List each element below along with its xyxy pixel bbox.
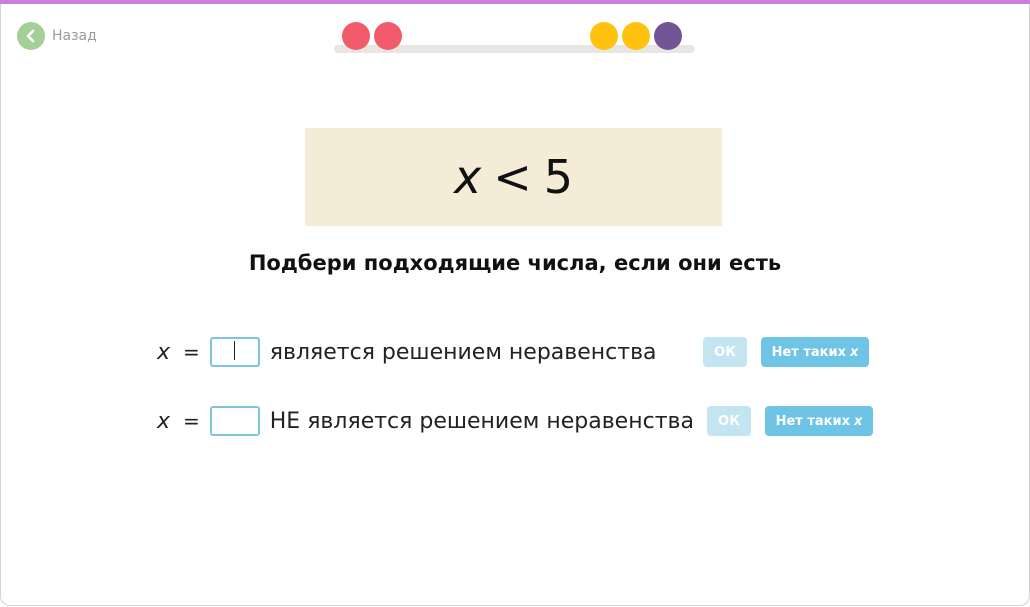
no-such-label: Нет таких bbox=[775, 413, 850, 429]
inequality-number: 5 bbox=[543, 150, 574, 204]
back-label: Назад bbox=[52, 28, 97, 44]
answer-row-non-solution: x = НЕ является решением неравенства bbox=[157, 405, 694, 437]
no-such-label: Нет таких bbox=[771, 344, 846, 360]
progress-dot bbox=[622, 22, 650, 50]
row-equals: = bbox=[183, 340, 200, 364]
text-caret bbox=[233, 341, 235, 360]
top-accent-bar bbox=[0, 0, 1030, 4]
ok-label: ОК bbox=[714, 344, 736, 360]
answer-row-solution: x = является решением неравенства bbox=[157, 336, 657, 368]
answer-input-wrapper bbox=[209, 337, 260, 367]
back-button[interactable]: Назад bbox=[17, 22, 97, 50]
inequality-variable: x bbox=[453, 150, 482, 204]
progress-bar bbox=[334, 22, 695, 54]
ok-label: ОК bbox=[718, 413, 740, 429]
instruction-text: Подбери подходящие числа, если они есть bbox=[248, 251, 782, 275]
solution-answer-input[interactable] bbox=[209, 337, 260, 367]
row-equals: = bbox=[183, 409, 200, 433]
non-solution-no-such-button[interactable]: Нет таких x bbox=[765, 406, 873, 436]
non-solution-ok-button[interactable]: ОК bbox=[707, 406, 751, 436]
progress-dot bbox=[654, 22, 682, 50]
solution-ok-button[interactable]: ОК bbox=[703, 337, 747, 367]
progress-dot bbox=[342, 22, 370, 50]
row-description: НЕ является решением неравенства bbox=[269, 408, 694, 434]
inequality-operator: < bbox=[493, 150, 532, 204]
chevron-left-icon bbox=[17, 22, 45, 50]
solution-no-such-button[interactable]: Нет таких x bbox=[761, 337, 869, 367]
progress-dot bbox=[374, 22, 402, 50]
app-frame bbox=[0, 0, 1030, 606]
row-variable: x bbox=[157, 339, 171, 365]
no-such-variable: x bbox=[854, 413, 863, 429]
row-description: является решением неравенства bbox=[269, 339, 657, 365]
non-solution-answer-input[interactable] bbox=[209, 406, 260, 436]
progress-dot bbox=[590, 22, 618, 50]
inequality-display: x < 5 bbox=[305, 128, 722, 226]
row-variable: x bbox=[157, 408, 171, 434]
no-such-variable: x bbox=[850, 344, 859, 360]
